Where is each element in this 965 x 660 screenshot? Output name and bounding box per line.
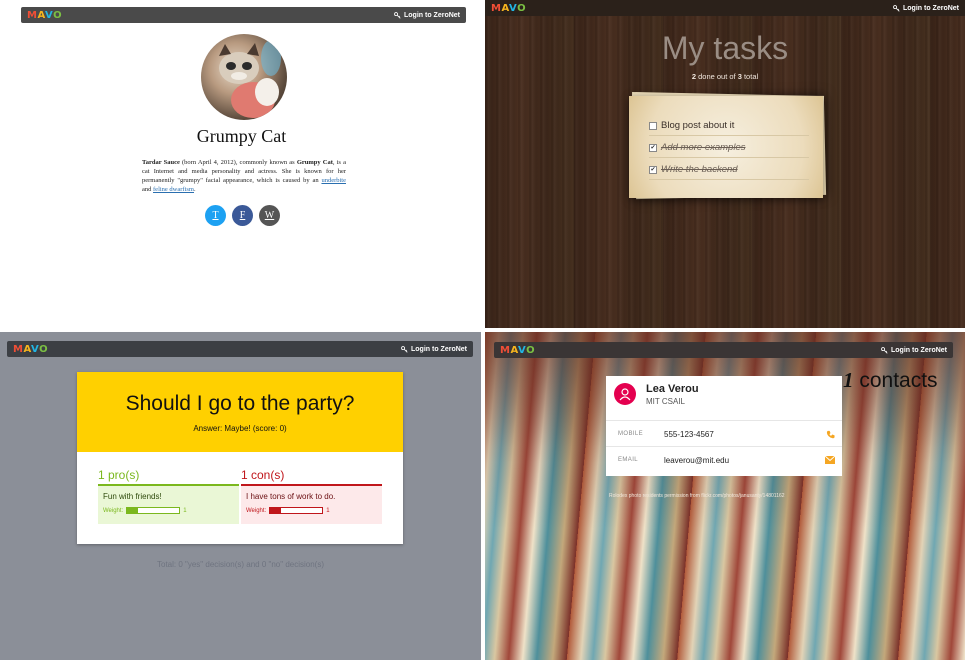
mavo-logo[interactable]: MAVO [491, 3, 526, 14]
login-button[interactable]: Login to ZeroNet [881, 347, 947, 354]
pro-weight-value: 1 [183, 507, 187, 514]
pro-item[interactable]: Fun with friends! Weight: 1 [98, 486, 239, 524]
contact-card: Lea Verou MIT CSAIL MOBILE 555-123-4567 … [606, 376, 842, 476]
mobile-label: MOBILE [618, 431, 644, 437]
task-checkbox-checked[interactable]: ✔ [649, 165, 657, 174]
pro-text[interactable]: Fun with friends! [103, 492, 234, 501]
decision-card: Should I go to the party? Answer: Maybe!… [77, 372, 403, 544]
contact-header: Lea Verou MIT CSAIL [606, 376, 842, 416]
phone-icon[interactable] [818, 430, 842, 439]
profile-app-panel: MAVO Login to ZeroNet Grumpy Cat Tardar … [0, 0, 483, 328]
key-icon [394, 11, 401, 19]
key-icon [893, 4, 900, 12]
feline-dwarfism-link[interactable]: feline dwarfism [153, 186, 194, 193]
bio-text: and [142, 186, 154, 193]
email-label: EMAIL [618, 457, 639, 463]
login-button[interactable]: Login to ZeroNet [394, 12, 460, 19]
task-text[interactable]: Write the backend [661, 164, 738, 175]
task-text[interactable]: Blog post about it [661, 120, 734, 131]
social-links: T F W [205, 205, 280, 226]
email-row: EMAIL leaverou@mit.edu [606, 446, 842, 473]
page-title: My tasks [661, 30, 789, 66]
summary-text: done out of [696, 72, 738, 81]
cat-photo [219, 40, 281, 118]
pros-header: 1 pro(s) [98, 468, 140, 482]
pro-weight-fill [127, 508, 138, 513]
mavo-logo[interactable]: MAVO [27, 10, 62, 21]
cons-column: 1 con(s) I have tons of work to do. Weig… [241, 468, 382, 524]
login-label: Login to ZeroNet [891, 346, 947, 354]
facebook-link[interactable]: F [232, 205, 253, 226]
contacts-app-panel: MAVO Login to ZeroNet Lea Verou MIT CSAI… [485, 332, 965, 660]
task-text[interactable]: Add more examples [661, 142, 745, 153]
weight-label: Weight: [246, 507, 267, 514]
pro-weight: Weight: 1 [103, 507, 234, 514]
mavo-logo[interactable]: MAVO [500, 345, 535, 356]
count-label: contacts [853, 369, 938, 392]
task-item[interactable]: Blog post about it [649, 120, 809, 136]
decision-total: Total: 0 "yes" decision(s) and 0 "no" de… [157, 560, 324, 569]
task-checkbox-checked[interactable]: ✔ [649, 143, 657, 152]
profile-name: Grumpy Cat [196, 126, 287, 146]
contact-name[interactable]: Lea Verou [646, 383, 699, 395]
answer: Answer: Maybe! (score: 0) [193, 424, 287, 433]
photo-credit: Rolodex photo residents permission from … [609, 493, 785, 499]
avatar [201, 34, 287, 120]
decision-app-panel: MAVO Login to ZeroNet Should I go to the… [0, 332, 481, 660]
user-icon [619, 388, 631, 401]
twitter-link[interactable]: T [205, 205, 226, 226]
login-label: Login to ZeroNet [411, 345, 467, 353]
mavo-toolbar: MAVO Login to ZeroNet [21, 7, 466, 23]
weight-label: Weight: [103, 507, 124, 514]
login-label: Login to ZeroNet [404, 11, 460, 19]
wikipedia-link[interactable]: W [259, 205, 280, 226]
task-summary: 2 done out of 3 total [485, 72, 965, 81]
envelope-icon[interactable] [818, 456, 842, 464]
bio-alias: Grumpy Cat [296, 159, 333, 166]
question[interactable]: Should I go to the party? [77, 392, 403, 416]
contacts-count: 1 contacts [843, 368, 938, 393]
profile-bio: Tardar Sauce (born April 4, 2012), commo… [142, 158, 346, 194]
login-label: Login to ZeroNet [903, 4, 959, 12]
con-item[interactable]: I have tons of work to do. Weight: 1 [241, 486, 382, 524]
login-button[interactable]: Login to ZeroNet [893, 5, 959, 12]
email-value[interactable]: leaverou@mit.edu [664, 456, 818, 465]
mavo-toolbar: MAVO Login to ZeroNet [7, 341, 473, 357]
pros-column: 1 pro(s) Fun with friends! Weight: 1 [98, 468, 239, 524]
cons-header: 1 con(s) [241, 468, 285, 482]
task-checkbox[interactable] [649, 121, 657, 130]
task-item[interactable]: ✔ Write the backend [649, 164, 809, 180]
task-item[interactable]: ✔ Add more examples [649, 142, 809, 158]
con-text[interactable]: I have tons of work to do. [246, 492, 377, 501]
summary-text: total [741, 72, 759, 81]
mobile-row: MOBILE 555-123-4567 [606, 420, 842, 447]
con-weight-slider[interactable] [269, 507, 324, 514]
mavo-toolbar: MAVO Login to ZeroNet [485, 0, 965, 16]
con-weight-value: 1 [326, 507, 330, 514]
avatar [614, 383, 636, 405]
mobile-value[interactable]: 555-123-4567 [664, 430, 818, 439]
key-icon [881, 346, 888, 354]
bio-text: . [194, 186, 196, 193]
mavo-logo[interactable]: MAVO [13, 344, 48, 355]
con-weight-fill [270, 508, 281, 513]
key-icon [401, 345, 408, 353]
bio-text: (born April 4, 2012), commonly known as [179, 159, 297, 166]
con-weight: Weight: 1 [246, 507, 377, 514]
count-number: 1 [843, 368, 854, 392]
bio-name: Tardar Sauce [142, 159, 180, 166]
tasks-app-panel: MAVO Login to ZeroNet My tasks 2 done ou… [485, 0, 965, 328]
mavo-toolbar: MAVO Login to ZeroNet [494, 342, 953, 358]
pro-weight-slider[interactable] [126, 507, 181, 514]
underbite-link[interactable]: underbite [321, 177, 346, 184]
login-button[interactable]: Login to ZeroNet [401, 346, 467, 353]
contact-org[interactable]: MIT CSAIL [646, 397, 685, 406]
